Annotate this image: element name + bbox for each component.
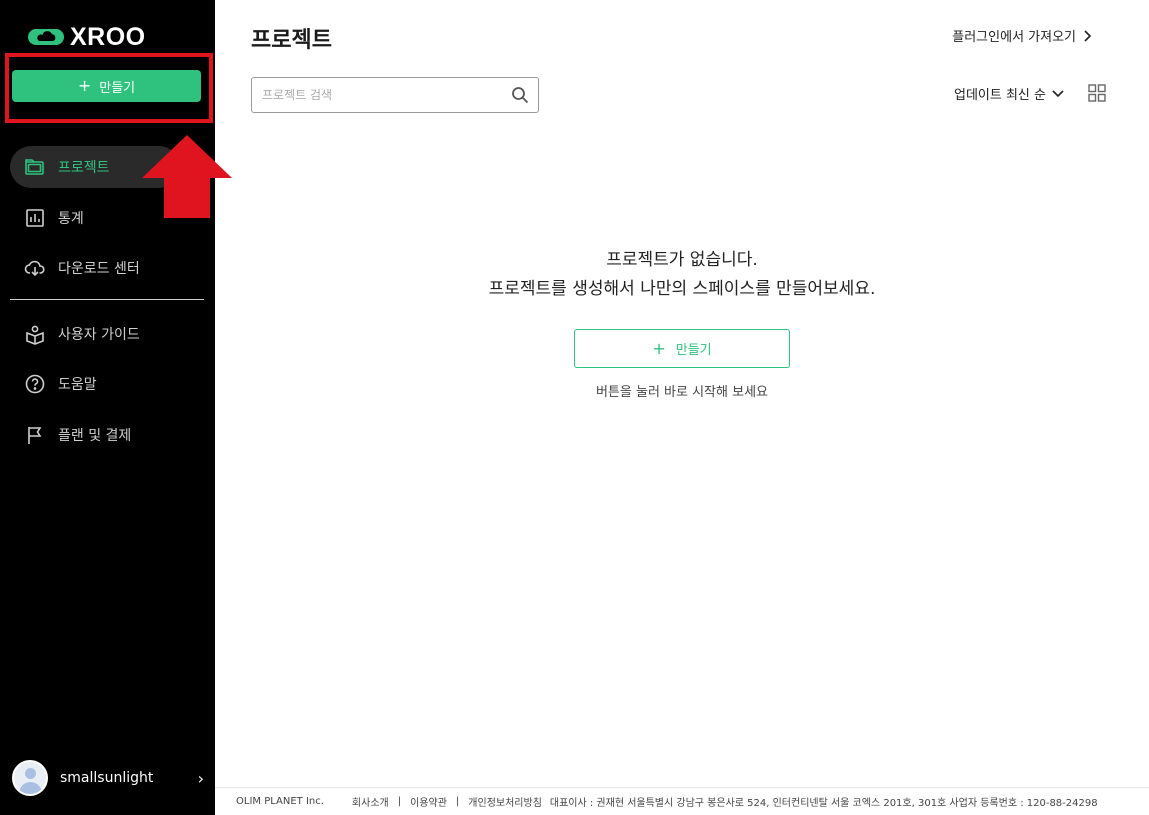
plus-icon: + (652, 339, 666, 358)
sidebar-item-label: 사용자 가이드 (58, 327, 140, 343)
chevron-right-icon (1084, 29, 1092, 42)
folder-icon (25, 159, 44, 175)
empty-state-create-button[interactable]: + 만들기 (574, 329, 790, 368)
sidebar-item-label: 통계 (58, 211, 84, 227)
logo-text: XROO (70, 22, 146, 51)
footer-separator: | (397, 796, 402, 807)
flag-icon (28, 427, 42, 444)
username: smallsunlight (60, 770, 154, 786)
footer-separator: | (455, 796, 460, 807)
search-icon[interactable] (502, 78, 538, 112)
sidebar-item-user-guide[interactable]: 사용자 가이드 (10, 313, 205, 355)
footer-link-about[interactable]: 회사소개 (352, 794, 389, 809)
chevron-down-icon (1052, 89, 1064, 97)
footer-company: OLIM PLANET Inc. (236, 796, 324, 807)
search-box (251, 77, 539, 113)
empty-state-subtitle: 프로젝트를 생성해서 나만의 스페이스를 만들어보세요. (488, 279, 876, 299)
footer-link-privacy[interactable]: 개인정보처리방침 (468, 794, 542, 809)
create-button-label: 만들기 (99, 80, 136, 96)
sidebar-item-plan-billing[interactable]: 플랜 및 결제 (10, 414, 205, 456)
xroo-logo[interactable]: XROO (28, 22, 146, 51)
footer: OLIM PLANET Inc. 회사소개 | 이용약관 | 개인정보처리방침 … (215, 787, 1149, 815)
chevron-right-icon: › (197, 768, 204, 788)
sidebar-item-label: 플랜 및 결제 (58, 428, 132, 444)
logo-cloud-icon (28, 29, 64, 45)
footer-company-info: 대표이사 : 권재현 서울특별시 강남구 봉은사로 524, 인터컨티넨탈 서울… (549, 798, 1098, 809)
import-link-label: 플러그인에서 가져오기 (952, 30, 1076, 45)
page-title: 프로젝트 (251, 28, 332, 53)
chart-icon (26, 209, 44, 227)
avatar (12, 760, 48, 796)
empty-state-title: 프로젝트가 없습니다. (606, 250, 758, 270)
empty-state-hint: 버튼을 눌러 바로 시작해 보세요 (595, 385, 768, 400)
user-menu[interactable]: smallsunlight › (12, 759, 204, 797)
import-from-plugin-link[interactable]: 플러그인에서 가져오기 (952, 26, 1092, 45)
sort-label: 업데이트 최신 순 (954, 88, 1046, 103)
create-button-label: 만들기 (675, 343, 712, 358)
plus-icon: + (77, 76, 92, 95)
sidebar-item-label: 프로젝트 (58, 160, 110, 176)
sort-dropdown[interactable]: 업데이트 최신 순 (954, 84, 1064, 103)
footer-link-terms[interactable]: 이용약관 (410, 794, 447, 809)
guide-book-icon (26, 325, 44, 345)
sidebar-divider (10, 299, 204, 300)
grid-view-icon[interactable] (1088, 84, 1106, 102)
sidebar: XROO + 만들기 프로젝트 통계 다운로드 센터 사용자 가이드 도움말 플… (0, 0, 215, 815)
sidebar-create-button[interactable]: + 만들기 (12, 70, 201, 102)
search-input[interactable] (252, 78, 502, 112)
red-arrow-annotation (142, 135, 232, 218)
